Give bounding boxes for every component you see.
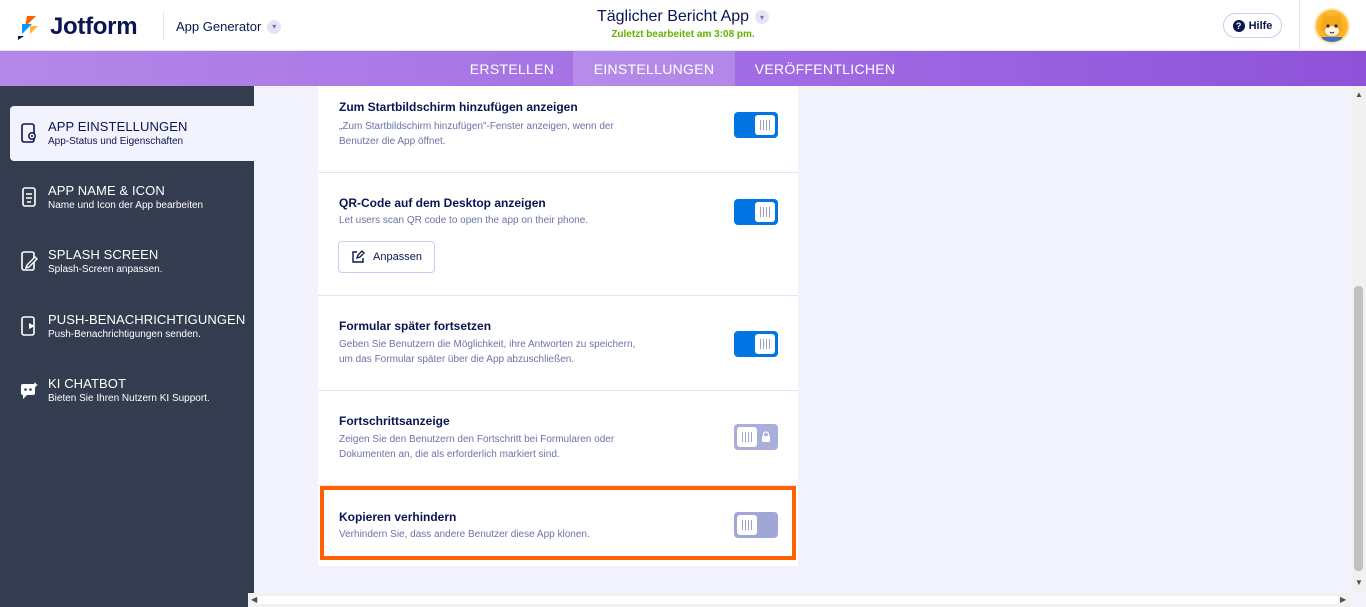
lock-icon <box>762 431 770 442</box>
app-title-dropdown[interactable]: Täglicher Bericht App ▾ <box>596 8 770 26</box>
sidebar-item-title: PUSH-BENACHRICHTIGUNGEN <box>48 312 246 327</box>
splash-screen-icon <box>21 251 38 271</box>
toggle-knob <box>755 115 775 135</box>
toggle-knob <box>737 427 757 447</box>
vertical-scrollbar[interactable]: ▲ ▼ <box>1351 86 1366 593</box>
qr-code-toggle[interactable] <box>734 199 778 225</box>
jotform-logo[interactable]: Jotform <box>16 13 138 41</box>
sidebar-item-subtitle: Push-Benachrichtigungen senden. <box>48 329 201 340</box>
sidebar-item-subtitle: App-Status und Eigenschaften <box>48 136 184 147</box>
main-tabs: ERSTELLEN EINSTELLUNGEN VERÖFFENTLICHEN <box>0 51 1366 86</box>
app-name-icon <box>22 187 36 207</box>
sidebar-item-ki-chatbot[interactable]: KI CHATBOT Bieten Sie Ihren Nutzern KI S… <box>10 363 254 418</box>
scrollbar-thumb[interactable] <box>258 596 1338 604</box>
highlight-box <box>320 486 796 560</box>
setting-row-qr-code: QR-Code auf dem Desktop anzeigen Let use… <box>318 173 798 296</box>
tab-veroeffentlichen[interactable]: VERÖFFENTLICHEN <box>735 51 915 86</box>
avatar[interactable] <box>1314 8 1350 44</box>
setting-title: Formular später fortsetzen <box>339 319 492 333</box>
scroll-down-icon[interactable]: ▼ <box>1355 578 1363 587</box>
add-to-home-toggle[interactable] <box>734 112 778 138</box>
customize-label: Anpassen <box>373 251 422 263</box>
app-generator-label: App Generator <box>176 19 262 34</box>
question-icon: ? <box>1232 19 1245 32</box>
chevron-down-icon: ▾ <box>267 19 282 34</box>
tab-erstellen[interactable]: ERSTELLEN <box>451 51 573 86</box>
sidebar-item-splash-screen[interactable]: SPLASH SCREEN Splash-Screen anpassen. <box>10 234 254 289</box>
settings-sidebar: APP EINSTELLUNGEN App-Status und Eigensc… <box>0 86 254 607</box>
header-divider <box>163 12 164 40</box>
last-edited-text: Zuletzt bearbeitet am 3:08 pm. <box>611 29 755 40</box>
setting-row-continue-later: Formular später fortsetzen Geben Sie Ben… <box>318 296 798 391</box>
customize-button[interactable]: Anpassen <box>338 241 435 273</box>
scrollbar-thumb[interactable] <box>1354 286 1363 571</box>
sidebar-item-push-notifications[interactable]: PUSH-BENACHRICHTIGUNGEN Push-Benachricht… <box>10 299 254 354</box>
setting-title: QR-Code auf dem Desktop anzeigen <box>339 196 546 210</box>
header-divider <box>1299 0 1300 51</box>
setting-description: „Zum Startbildschirm hinzufügen"-Fenster… <box>339 121 614 147</box>
scroll-up-icon[interactable]: ▲ <box>1355 90 1363 99</box>
sidebar-item-title: APP NAME & ICON <box>48 183 165 198</box>
sidebar-item-subtitle: Bieten Sie Ihren Nutzern KI Support. <box>48 393 210 404</box>
avatar-icon <box>1321 13 1343 42</box>
scroll-right-icon[interactable]: ▶ <box>1340 595 1346 604</box>
sidebar-item-title: KI CHATBOT <box>48 376 127 391</box>
push-notification-icon <box>21 316 35 336</box>
progress-bar-toggle[interactable] <box>734 424 778 450</box>
app-generator-dropdown[interactable]: App Generator ▾ <box>176 19 282 34</box>
sidebar-item-app-name-icon[interactable]: APP NAME & ICON Name und Icon der App be… <box>10 170 254 225</box>
help-button[interactable]: ? Hilfe <box>1223 13 1282 38</box>
setting-description: Let users scan QR code to open the app o… <box>339 215 589 226</box>
edit-icon <box>352 250 365 263</box>
scroll-left-icon[interactable]: ◀ <box>251 595 257 604</box>
chevron-down-icon: ▾ <box>755 10 770 24</box>
sidebar-item-title: SPLASH SCREEN <box>48 247 159 262</box>
setting-row-progress-bar: Fortschrittsanzeige Zeigen Sie den Benut… <box>318 391 798 486</box>
jotform-logo-icon <box>18 16 38 40</box>
top-header: Jotform App Generator ▾ Täglicher Berich… <box>0 0 1366 51</box>
help-label: Hilfe <box>1248 19 1273 32</box>
tab-einstellungen[interactable]: EINSTELLUNGEN <box>573 51 735 86</box>
setting-description: Zeigen Sie den Benutzern den Fortschritt… <box>339 434 615 460</box>
setting-title: Zum Startbildschirm hinzufügen anzeigen <box>339 100 578 114</box>
settings-content: Zum Startbildschirm hinzufügen anzeigen … <box>254 86 1351 593</box>
app-title-block: Täglicher Bericht App ▾ Zuletzt bearbeit… <box>583 8 783 40</box>
toggle-knob <box>755 334 775 354</box>
continue-later-toggle[interactable] <box>734 331 778 357</box>
sidebar-item-title: APP EINSTELLUNGEN <box>48 119 188 134</box>
sidebar-item-subtitle: Splash-Screen anpassen. <box>48 264 163 275</box>
chatbot-icon <box>21 382 38 399</box>
app-settings-icon <box>21 123 36 143</box>
toggle-knob <box>755 202 775 222</box>
setting-title: Fortschrittsanzeige <box>339 414 450 428</box>
setting-description: Geben Sie Benutzern die Möglichkeit, ihr… <box>339 339 636 365</box>
app-title: Täglicher Bericht App <box>596 8 750 25</box>
brand-name: Jotform <box>50 13 138 40</box>
sidebar-item-subtitle: Name und Icon der App bearbeiten <box>48 200 204 211</box>
horizontal-scrollbar[interactable]: ◀ ▶ <box>248 593 1351 607</box>
setting-row-add-to-home: Zum Startbildschirm hinzufügen anzeigen … <box>318 86 798 173</box>
sidebar-item-app-settings[interactable]: APP EINSTELLUNGEN App-Status und Eigensc… <box>10 106 254 161</box>
